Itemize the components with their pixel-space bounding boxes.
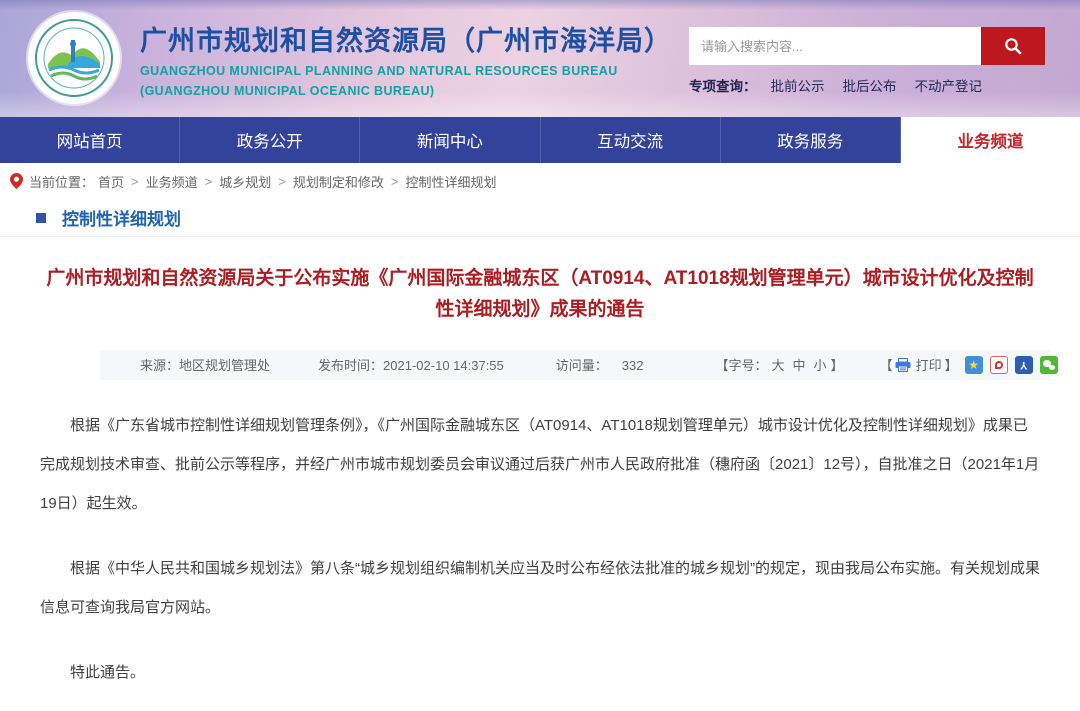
site-titles: 广州市规划和自然资源局（广州市海洋局） GUANGZHOU MUNICIPAL … (140, 19, 672, 98)
site-title: 广州市规划和自然资源局（广州市海洋局） (140, 19, 672, 58)
share-buttons: ★ Y (958, 356, 1058, 374)
meta-time-value: 2021-02-10 14:37:55 (383, 358, 504, 373)
site-branding: 广州市规划和自然资源局（广州市海洋局） GUANGZHOU MUNICIPAL … (28, 12, 672, 104)
site-header: 广州市规划和自然资源局（广州市海洋局） GUANGZHOU MUNICIPAL … (0, 0, 1080, 117)
wechat-icon[interactable] (1040, 356, 1058, 374)
breadcrumb-item-urban-rural-planning[interactable]: 城乡规划 (219, 172, 271, 191)
renren-icon[interactable]: Y (1015, 356, 1033, 374)
weibo-icon[interactable] (990, 356, 1008, 374)
section-header: 控制性详细规划 (0, 199, 1080, 237)
printer-icon (895, 358, 911, 372)
meta-publish-time: 发布时间：2021-02-10 14:37:55 (318, 355, 504, 374)
meta-views-value: 332 (622, 358, 644, 373)
qzone-favorite-icon[interactable]: ★ (965, 356, 983, 374)
nav-item-interaction[interactable]: 互动交流 (541, 117, 721, 163)
print-suffix: 】 (945, 355, 958, 374)
print-prefix: 【 (880, 355, 893, 374)
article-paragraph: 根据《广东省城市控制性详细规划管理条例》，《广州国际金融城东区（AT0914、A… (40, 406, 1040, 523)
breadcrumb-label: 当前位置： (29, 172, 94, 191)
nav-item-gov-services[interactable]: 政务服务 (721, 117, 901, 163)
site-subtitle-en-1: GUANGZHOU MUNICIPAL PLANNING AND NATURAL… (140, 64, 672, 78)
section-bullet-icon (36, 213, 46, 223)
breadcrumb-item-business-channel[interactable]: 业务频道 (146, 172, 198, 191)
main-nav: 网站首页 政务公开 新闻中心 互动交流 政务服务 业务频道 (0, 117, 1080, 163)
header-tools: 专项查询： 批前公示 批后公布 不动产登记 (689, 27, 1045, 95)
article-meta-bar: 来源：地区规划管理处 发布时间：2021-02-10 14:37:55 访问量：… (100, 350, 1050, 380)
font-size-suffix: 】 (831, 358, 844, 373)
breadcrumb-separator: > (391, 174, 399, 189)
meta-source: 来源：地区规划管理处 (140, 355, 270, 374)
breadcrumb-item-current: 控制性详细规划 (405, 172, 496, 191)
article-body: 根据《广东省城市控制性详细规划管理条例》，《广州国际金融城东区（AT0914、A… (0, 406, 1080, 711)
breadcrumb-separator: > (205, 174, 213, 189)
breadcrumb-separator: > (131, 174, 139, 189)
meta-views-label: 访问量： (556, 358, 608, 373)
article-paragraph-notice: 特此通告。 (40, 653, 1040, 692)
meta-view-count: 访问量： 332 (556, 355, 644, 374)
meta-time-label: 发布时间： (318, 358, 383, 373)
article-title: 广州市规划和自然资源局关于公布实施《广州国际金融城东区（AT0914、AT101… (0, 263, 1080, 326)
nav-item-home[interactable]: 网站首页 (0, 117, 180, 163)
nav-item-gov-disclosure[interactable]: 政务公开 (180, 117, 360, 163)
search-bar (689, 27, 1045, 65)
print-control[interactable]: 【 打印 】 (880, 355, 958, 374)
font-size-prefix: 【字号： (715, 358, 767, 373)
search-input[interactable] (689, 27, 981, 65)
print-button[interactable]: 打印 (916, 355, 942, 374)
quick-link-pre-approval-publicity[interactable]: 批前公示 (771, 75, 825, 95)
article-paragraph: 根据《中华人民共和国城乡规划法》第八条“城乡规划组织编制机关应当及时公布经依法批… (40, 549, 1040, 627)
quick-links: 专项查询： 批前公示 批后公布 不动产登记 (689, 75, 1045, 95)
font-size-large-button[interactable]: 大 (772, 358, 785, 373)
breadcrumb: 当前位置： 首页 > 业务频道 > 城乡规划 > 规划制定和修改 > 控制性详细… (0, 163, 1080, 199)
page: 广州市规划和自然资源局（广州市海洋局） GUANGZHOU MUNICIPAL … (0, 0, 1080, 711)
search-button[interactable] (981, 27, 1045, 65)
font-size-small-button[interactable]: 小 (814, 358, 827, 373)
nav-item-business-channel[interactable]: 业务频道 (901, 117, 1080, 163)
section-title: 控制性详细规划 (62, 205, 181, 230)
location-pin-icon (10, 173, 23, 189)
font-size-medium-button[interactable]: 中 (793, 358, 806, 373)
font-size-control: 【字号： 大中小】 (715, 355, 843, 374)
breadcrumb-item-plan-formulation[interactable]: 规划制定和修改 (293, 172, 384, 191)
nav-item-news-center[interactable]: 新闻中心 (360, 117, 540, 163)
site-subtitle-en-2: (GUANGZHOU MUNICIPAL OCEANIC BUREAU) (140, 84, 672, 98)
article: 广州市规划和自然资源局关于公布实施《广州国际金融城东区（AT0914、AT101… (0, 237, 1080, 711)
bureau-logo (28, 12, 120, 104)
bureau-emblem-icon (34, 18, 114, 98)
quick-link-post-approval-announcement[interactable]: 批后公布 (843, 75, 897, 95)
meta-source-value: 地区规划管理处 (179, 358, 270, 373)
breadcrumb-separator: > (278, 174, 286, 189)
breadcrumb-item-home[interactable]: 首页 (98, 172, 124, 191)
quick-links-label: 专项查询： (689, 75, 757, 95)
quick-link-real-estate-registration[interactable]: 不动产登记 (915, 75, 983, 95)
search-icon (1004, 37, 1022, 55)
meta-source-label: 来源： (140, 358, 179, 373)
